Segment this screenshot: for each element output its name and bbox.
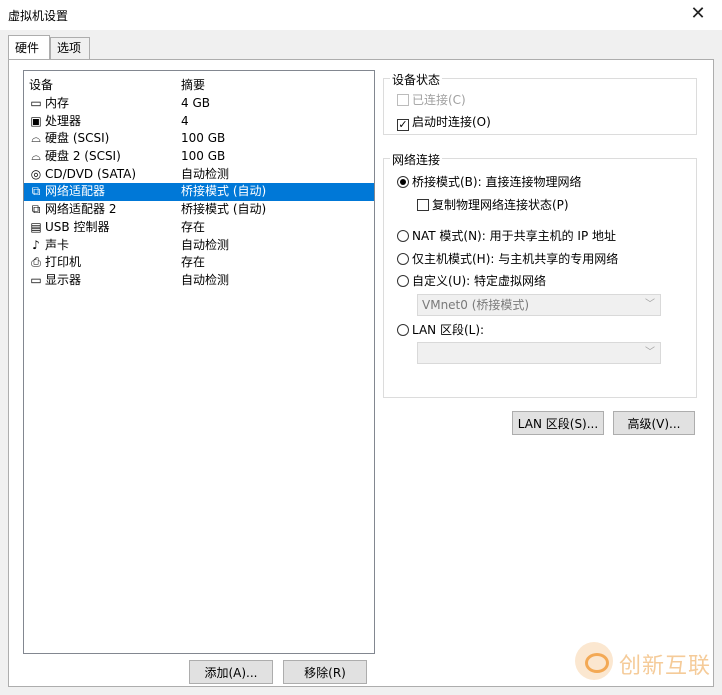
device-status-group: 设备状态 已连接(C) ✓ 启动时连接(O) <box>383 71 697 135</box>
lan-segment-dropdown[interactable]: ﹀ <box>417 342 661 364</box>
host-only-label: 仅主机模式(H): 与主机共享的专用网络 <box>412 252 619 266</box>
device-summary: 自动检测 <box>181 272 230 287</box>
lan-segments-button[interactable]: LAN 区段(S)... <box>512 411 604 435</box>
device-row[interactable]: ♪ 声卡 自动检测 <box>24 237 374 255</box>
device-name: 硬盘 (SCSI) <box>45 131 110 146</box>
device-summary: 自动检测 <box>181 166 230 181</box>
device-name: CD/DVD (SATA) <box>45 166 137 181</box>
connected-check-box[interactable] <box>397 94 409 106</box>
device-row[interactable]: ◎ CD/DVD (SATA) 自动检测 <box>24 166 374 184</box>
device-name: 网络适配器 2 <box>45 202 117 217</box>
device-name: 网络适配器 <box>45 184 106 199</box>
device-summary: 100 GB <box>181 149 226 164</box>
tab-hardware[interactable]: 硬件 <box>8 35 50 59</box>
device-name: 内存 <box>45 96 70 110</box>
processor-icon: ▣ <box>30 113 42 128</box>
display-icon: ▭ <box>30 272 42 287</box>
dialog-body: 硬件 选项 设备 摘要 ▭ 内存 4 GB ▣ 处理器 4 ⌓ 硬盘 (SCSI) 100 GB… <box>0 30 722 695</box>
device-name: USB 控制器 <box>45 219 110 234</box>
lan-segment-radio[interactable]: LAN 区段(L): <box>397 321 484 338</box>
nat-label: NAT 模式(N): 用于共享主机的 IP 地址 <box>412 229 617 243</box>
bridged-radio[interactable]: 桥接模式(B): 直接连接物理网络 <box>397 173 581 190</box>
network-connection-legend: 网络连接 <box>390 151 443 168</box>
device-row[interactable]: ⌓ 硬盘 2 (SCSI) 100 GB <box>24 148 374 166</box>
hard-disk-icon: ⌓ <box>31 149 41 164</box>
chevron-down-icon: ﹀ <box>645 347 655 358</box>
column-summary[interactable]: 摘要 <box>181 76 205 93</box>
connect-at-power-on-checkbox[interactable]: ✓ 启动时连接(O) <box>397 113 491 131</box>
device-name: 硬盘 2 (SCSI) <box>45 149 121 164</box>
usb-icon: ▤ <box>30 219 42 234</box>
nat-radio[interactable]: NAT 模式(N): 用于共享主机的 IP 地址 <box>397 227 616 244</box>
window-title: 虚拟机设置 <box>8 9 69 23</box>
close-icon[interactable]: ✕ <box>688 4 708 24</box>
vmnet-dropdown[interactable]: VMnet0 (桥接模式) ﹀ <box>417 294 661 316</box>
device-row[interactable]: ⧉ 网络适配器 2 桥接模式 (自动) <box>24 201 374 219</box>
radio-icon[interactable] <box>397 253 409 265</box>
device-status-legend: 设备状态 <box>390 71 443 88</box>
device-row[interactable]: ▤ USB 控制器 存在 <box>24 219 374 237</box>
hardware-panel: 设备 摘要 ▭ 内存 4 GB ▣ 处理器 4 ⌓ 硬盘 (SCSI) 100 GB ⌓ 硬盘 2 … <box>8 59 714 687</box>
printer-icon: ⎙ <box>31 255 41 270</box>
chevron-down-icon: ﹀ <box>645 299 655 310</box>
checkmark-icon[interactable]: ✓ <box>397 119 409 131</box>
hard-disk-icon: ⌓ <box>31 131 41 146</box>
device-name: 处理器 <box>45 113 82 128</box>
replicate-check-box[interactable] <box>417 199 429 211</box>
watermark: 创新互联 <box>575 638 720 688</box>
device-summary: 4 GB <box>181 96 210 110</box>
replicate-label: 复制物理网络连接状态(P) <box>432 198 569 212</box>
network-connection-group: 网络连接 桥接模式(B): 直接连接物理网络 复制物理网络连接状态(P) NAT… <box>383 151 697 398</box>
advanced-button[interactable]: 高级(V)... <box>613 411 695 435</box>
device-summary: 存在 <box>181 219 206 234</box>
custom-label: 自定义(U): 特定虚拟网络 <box>412 274 547 288</box>
connect-at-power-on-label: 启动时连接(O) <box>412 115 491 129</box>
network-adapter-icon: ⧉ <box>31 202 41 217</box>
device-summary: 自动检测 <box>181 237 230 252</box>
device-summary: 100 GB <box>181 131 226 146</box>
network-adapter-icon: ⧉ <box>31 184 41 199</box>
add-button[interactable]: 添加(A)... <box>189 660 273 684</box>
device-row[interactable]: ⎙ 打印机 存在 <box>24 254 374 272</box>
lan-segment-label: LAN 区段(L): <box>412 323 485 337</box>
device-row[interactable]: ⧉ 网络适配器 桥接模式 (自动) <box>24 183 374 202</box>
list-header: 设备 摘要 <box>24 71 374 93</box>
remove-button[interactable]: 移除(R) <box>283 660 367 684</box>
watermark-text: 创新互联 <box>619 654 712 679</box>
tab-options[interactable]: 选项 <box>50 37 90 59</box>
replicate-state-checkbox[interactable]: 复制物理网络连接状态(P) <box>417 196 569 213</box>
device-name: 声卡 <box>45 237 70 252</box>
radio-selected-icon[interactable] <box>397 176 409 188</box>
device-name: 显示器 <box>45 272 82 287</box>
radio-icon[interactable] <box>397 324 409 336</box>
bridged-label: 桥接模式(B): 直接连接物理网络 <box>412 175 582 189</box>
device-rows: ▭ 内存 4 GB ▣ 处理器 4 ⌓ 硬盘 (SCSI) 100 GB ⌓ 硬盘 2 (SCSI)… <box>24 95 374 290</box>
radio-icon[interactable] <box>397 230 409 242</box>
device-summary: 桥接模式 (自动) <box>181 184 267 199</box>
radio-icon[interactable] <box>397 275 409 287</box>
column-device[interactable]: 设备 <box>29 76 53 93</box>
vmnet-dropdown-value: VMnet0 (桥接模式) <box>422 298 530 312</box>
device-row[interactable]: ▭ 内存 4 GB <box>24 95 374 113</box>
device-row[interactable]: ⌓ 硬盘 (SCSI) 100 GB <box>24 130 374 148</box>
device-summary: 4 <box>181 113 189 128</box>
device-summary: 存在 <box>181 255 206 270</box>
connected-checkbox[interactable]: 已连接(C) <box>397 91 466 108</box>
device-row[interactable]: ▣ 处理器 4 <box>24 113 374 131</box>
memory-icon: ▭ <box>30 96 42 110</box>
host-only-radio[interactable]: 仅主机模式(H): 与主机共享的专用网络 <box>397 250 618 267</box>
cd-dvd-icon: ◎ <box>30 166 42 181</box>
device-summary: 桥接模式 (自动) <box>181 202 267 217</box>
device-name: 打印机 <box>45 255 82 270</box>
custom-radio[interactable]: 自定义(U): 特定虚拟网络 <box>397 272 546 289</box>
device-list[interactable]: 设备 摘要 ▭ 内存 4 GB ▣ 处理器 4 ⌓ 硬盘 (SCSI) 100 GB ⌓ 硬盘 2 … <box>23 70 375 654</box>
sound-card-icon: ♪ <box>32 237 40 252</box>
brand-logo-icon <box>575 642 613 680</box>
device-row[interactable]: ▭ 显示器 自动检测 <box>24 272 374 290</box>
title-bar: 虚拟机设置 ✕ <box>0 0 722 30</box>
connected-label: 已连接(C) <box>412 93 466 107</box>
